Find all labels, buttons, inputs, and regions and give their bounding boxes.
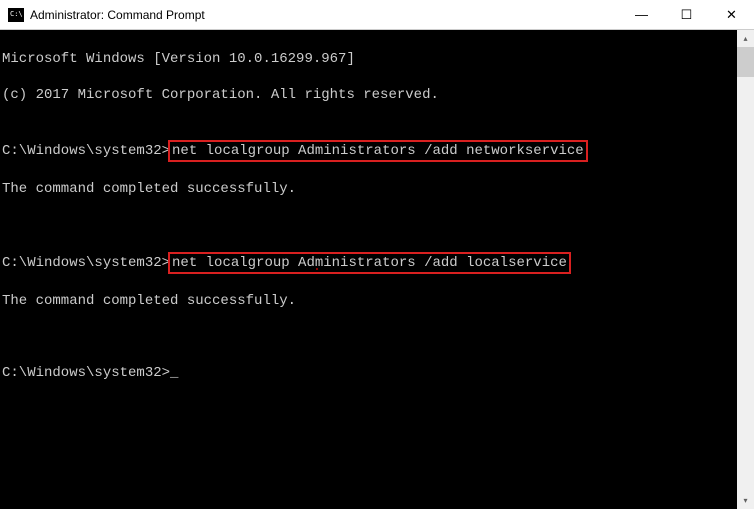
current-prompt-line: C:\Windows\system32>_ xyxy=(2,364,737,382)
window-controls: — ☐ ✕ xyxy=(619,0,754,29)
highlighted-command-2: net localgroup Administrators /add local… xyxy=(168,252,571,274)
terminal-output[interactable]: Microsoft Windows [Version 10.0.16299.96… xyxy=(0,30,737,509)
prompt-prefix: C:\Windows\system32> xyxy=(2,255,170,271)
minimize-button[interactable]: — xyxy=(619,0,664,29)
cmd-icon xyxy=(8,8,24,22)
command-prompt-window: Administrator: Command Prompt — ☐ ✕ Micr… xyxy=(0,0,754,509)
scroll-down-button[interactable]: ▾ xyxy=(737,492,754,509)
result-line-1: The command completed successfully. xyxy=(2,180,737,198)
scroll-track[interactable] xyxy=(737,47,754,492)
vertical-scrollbar[interactable]: ▴ ▾ xyxy=(737,30,754,509)
command-line-1: C:\Windows\system32>net localgroup Admin… xyxy=(2,140,737,162)
copyright-line: (c) 2017 Microsoft Corporation. All righ… xyxy=(2,86,737,104)
result-line-2: The command completed successfully. xyxy=(2,292,737,310)
prompt-prefix: C:\Windows\system32> xyxy=(2,365,170,381)
maximize-button[interactable]: ☐ xyxy=(664,0,709,29)
titlebar[interactable]: Administrator: Command Prompt — ☐ ✕ xyxy=(0,0,754,30)
highlighted-command-1: net localgroup Administrators /add netwo… xyxy=(168,140,588,162)
version-line: Microsoft Windows [Version 10.0.16299.96… xyxy=(2,50,737,68)
close-button[interactable]: ✕ xyxy=(709,0,754,29)
cursor: _ xyxy=(170,364,178,382)
command-line-2: C:\Windows\system32>net localgroup Admin… xyxy=(2,252,737,274)
scroll-up-button[interactable]: ▴ xyxy=(737,30,754,47)
prompt-prefix: C:\Windows\system32> xyxy=(2,143,170,159)
window-title: Administrator: Command Prompt xyxy=(30,8,619,22)
scroll-thumb[interactable] xyxy=(737,47,754,77)
red-dot-artifact xyxy=(316,268,318,270)
content-area: Microsoft Windows [Version 10.0.16299.96… xyxy=(0,30,754,509)
